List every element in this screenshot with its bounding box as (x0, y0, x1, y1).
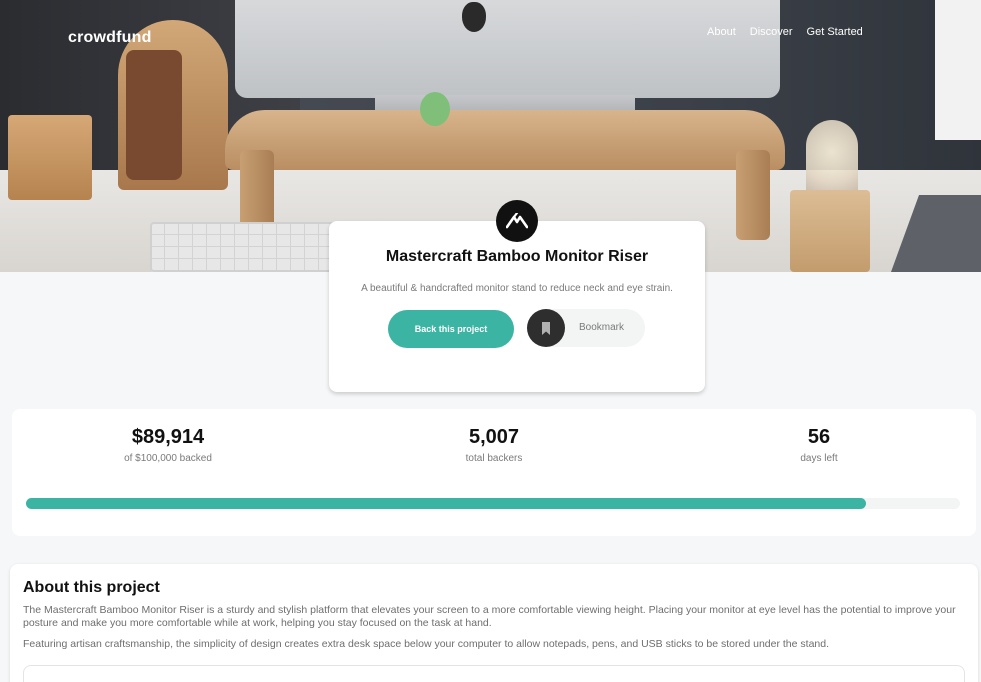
hero-figurine (420, 92, 450, 126)
nav-link-about[interactable]: About (707, 26, 736, 38)
hero-lamp-base (790, 190, 870, 272)
hero-pencil-cup (8, 115, 92, 200)
nav-link-get-started[interactable]: Get Started (807, 26, 863, 38)
funding-progress-fill (26, 498, 866, 509)
about-paragraph-2: Featuring artisan craftsmanship, the sim… (23, 638, 830, 650)
nav-links: About Discover Get Started (707, 26, 863, 38)
nav-link-discover[interactable]: Discover (750, 26, 793, 38)
stat-backers-label: total backers (465, 453, 523, 464)
bookmark-label: Bookmark (579, 322, 625, 333)
reward-card (23, 665, 965, 682)
top-nav: crowdfund About Discover Get Started (0, 0, 981, 70)
back-project-button[interactable]: Back this project (388, 310, 514, 348)
project-description: A beautiful & handcrafted monitor stand … (361, 283, 673, 294)
bookmark-button[interactable]: Bookmark (527, 309, 645, 347)
stat-backed-value: $89,914 (131, 426, 205, 448)
stat-backed: $89,914 of $100,000 backed (98, 426, 238, 464)
stat-days-value: 56 (807, 426, 831, 448)
about-title: About this project (23, 579, 160, 596)
stat-backers: 5,007 total backers (434, 426, 554, 464)
funding-progress-bar (26, 498, 960, 509)
hero-lamp-bulb (806, 120, 858, 200)
hero-bamboo-riser (225, 110, 785, 170)
stat-days: 56 days left (774, 426, 864, 464)
site-logo[interactable]: crowdfund (68, 29, 152, 47)
about-paragraph-1: The Mastercraft Bamboo Monitor Riser is … (23, 604, 956, 629)
bookmark-icon (527, 309, 565, 347)
mastercraft-logo-icon (496, 200, 538, 242)
stat-backers-value: 5,007 (468, 426, 520, 448)
stat-days-label: days left (800, 453, 838, 464)
project-card (329, 221, 705, 392)
hero-keyboard (150, 222, 340, 272)
hero-riser-leg (736, 150, 770, 240)
stat-backed-label: of $100,000 backed (124, 453, 212, 464)
project-title: Mastercraft Bamboo Monitor Riser (385, 248, 649, 265)
